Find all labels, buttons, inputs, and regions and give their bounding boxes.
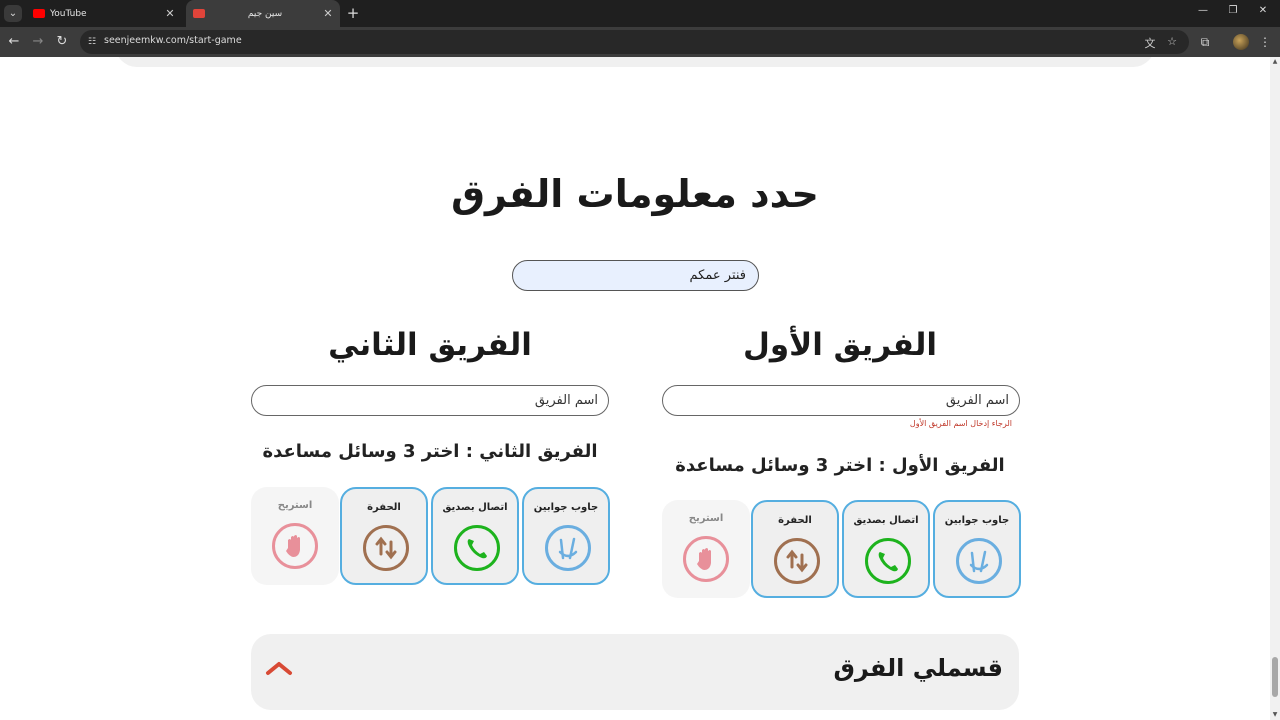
menu-icon[interactable]: ⋮ — [1256, 33, 1274, 51]
aid-label: اتصال بصديق — [442, 502, 508, 513]
swap-arrows-icon — [774, 538, 820, 584]
team2-aids-subtitle: الفريق الثاني : اختر 3 وسائل مساعدة — [262, 441, 598, 462]
team1-aids-subtitle: الفريق الأول : اختر 3 وسائل مساعدة — [675, 455, 1005, 476]
phone-icon — [454, 525, 500, 571]
page-scrollbar[interactable]: ▲ ▼ — [1270, 57, 1280, 720]
extensions-icon[interactable]: ⧉ — [1196, 33, 1214, 51]
team1-aid-answer-twice[interactable]: جاوب جوابين — [933, 500, 1021, 598]
seenjeem-favicon-icon — [193, 9, 205, 18]
team1-aid-rest[interactable]: استريح — [662, 500, 750, 598]
team1-aid-pit[interactable]: الحفرة — [751, 500, 839, 598]
peace-hand-icon — [956, 538, 1002, 584]
tab-search-button[interactable]: ⌄ — [4, 5, 22, 22]
aid-label: اتصال بصديق — [853, 515, 919, 526]
bookmark-star-icon[interactable]: ☆ — [1165, 35, 1179, 48]
stop-hand-icon — [683, 536, 729, 582]
game-name-input[interactable]: فنتر عمكم — [512, 260, 759, 291]
close-tab-icon[interactable]: ✕ — [162, 7, 178, 20]
browser-toolbar: ← → ↻ ☷ seenjeemkw.com/start-game 文 ☆ ⧉ … — [0, 27, 1280, 57]
close-window-icon[interactable]: ✕ — [1248, 5, 1278, 16]
team2-aid-answer-twice[interactable]: جاوب جوابين — [522, 487, 610, 585]
split-teams-section[interactable]: قسملي الفرق — [251, 634, 1019, 710]
team2-title: الفريق الثاني — [328, 327, 532, 363]
aid-label: استريح — [277, 500, 313, 511]
team1-name-input[interactable]: اسم الفريق — [662, 385, 1020, 416]
team2-aid-pit[interactable]: الحفرة — [340, 487, 428, 585]
scroll-up-icon[interactable]: ▲ — [1270, 57, 1280, 67]
aid-label: جاوب جوابين — [533, 502, 599, 513]
split-teams-title: قسملي الفرق — [833, 654, 1003, 682]
minimize-icon[interactable]: — — [1188, 5, 1218, 16]
tab-seenjeem[interactable]: سين جيم ✕ — [186, 0, 340, 27]
close-tab-icon[interactable]: ✕ — [320, 7, 336, 20]
page-title: حدد معلومات الفرق — [451, 172, 819, 216]
previous-card — [115, 57, 1155, 67]
tab-bar: ⌄ YouTube ✕ سين جيم ✕ + — ❐ ✕ — [0, 0, 1280, 27]
address-bar[interactable]: ☷ seenjeemkw.com/start-game 文 ☆ — [80, 30, 1189, 54]
aid-label: استريح — [688, 513, 724, 524]
chevron-up-icon[interactable] — [265, 660, 293, 680]
forward-icon[interactable]: → — [29, 33, 47, 51]
tab-youtube[interactable]: YouTube ✕ — [26, 0, 182, 27]
team2-aid-call-friend[interactable]: اتصال بصديق — [431, 487, 519, 585]
team1-error-message: الرجاء إدخال اسم الفريق الأول — [909, 419, 1012, 428]
stop-hand-icon — [272, 523, 318, 569]
scroll-down-icon[interactable]: ▼ — [1270, 710, 1280, 720]
translate-icon[interactable]: 文 — [1143, 35, 1157, 51]
team1-title: الفريق الأول — [742, 327, 938, 363]
team2-aid-rest[interactable]: استريح — [251, 487, 339, 585]
restore-icon[interactable]: ❐ — [1218, 5, 1248, 16]
url-text[interactable]: seenjeemkw.com/start-game — [104, 35, 242, 46]
profile-avatar[interactable] — [1233, 34, 1249, 50]
phone-icon — [865, 538, 911, 584]
page-content: حدد معلومات الفرق فنتر عمكم الفريق الأول… — [0, 57, 1270, 720]
peace-hand-icon — [545, 525, 591, 571]
team2-name-input[interactable]: اسم الفريق — [251, 385, 609, 416]
swap-arrows-icon — [363, 525, 409, 571]
back-icon[interactable]: ← — [5, 33, 23, 51]
aid-label: جاوب جوابين — [944, 515, 1010, 526]
scrollbar-thumb[interactable] — [1272, 657, 1278, 697]
tab-title: YouTube — [50, 8, 87, 19]
new-tab-button[interactable]: + — [344, 4, 362, 22]
aid-label: الحفرة — [778, 515, 812, 526]
aid-label: الحفرة — [367, 502, 401, 513]
site-info-icon[interactable]: ☷ — [86, 36, 98, 48]
reload-icon[interactable]: ↻ — [53, 33, 71, 51]
youtube-favicon-icon — [33, 9, 45, 18]
tab-title: سين جيم — [247, 8, 283, 19]
team1-aid-call-friend[interactable]: اتصال بصديق — [842, 500, 930, 598]
